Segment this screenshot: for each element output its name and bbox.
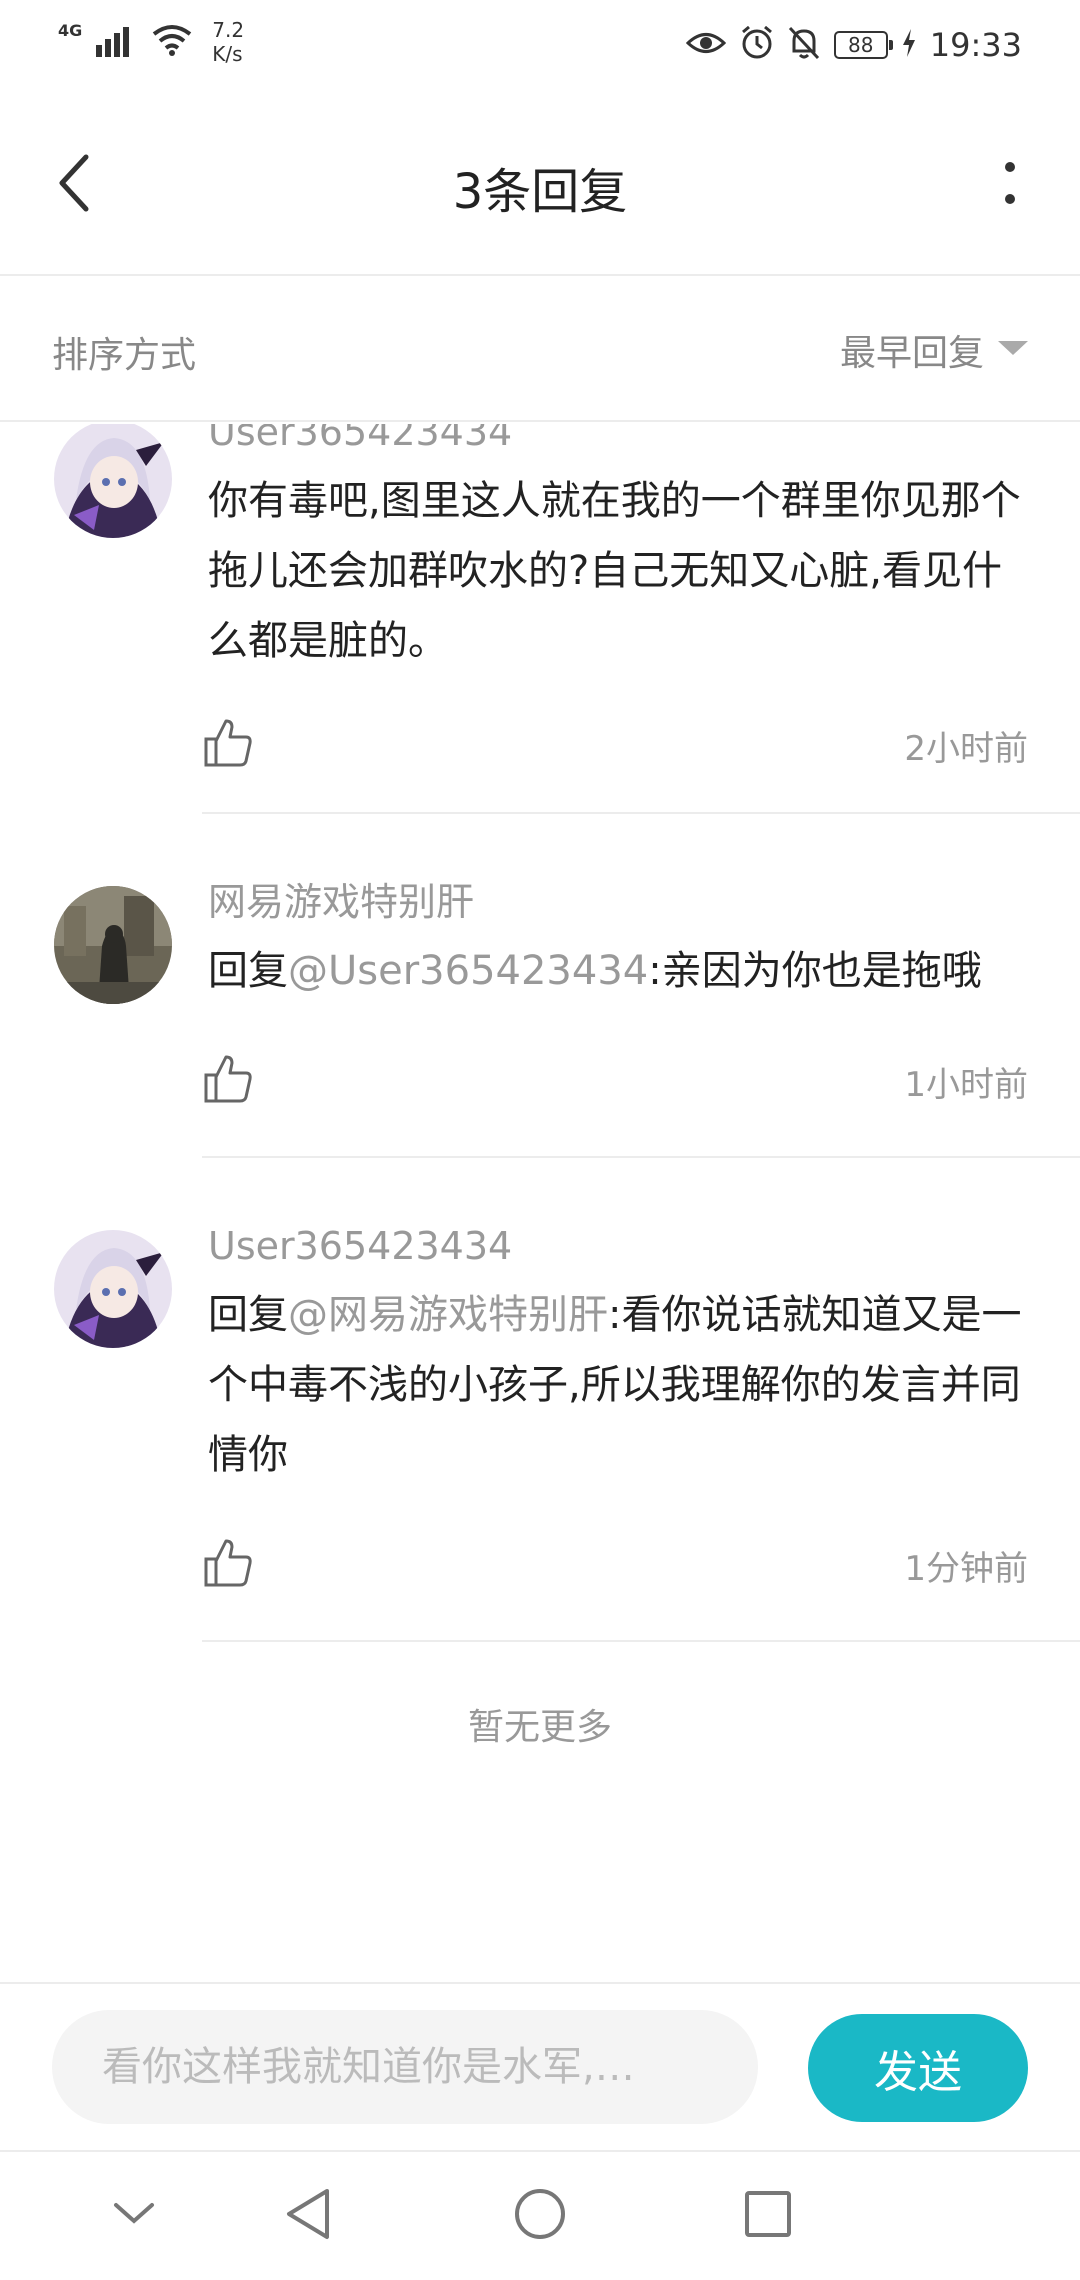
comment-timestamp: 2小时前: [904, 728, 1028, 769]
mute-notification-icon: [788, 26, 820, 64]
sort-label: 排序方式: [52, 335, 197, 376]
battery-indicator: 88: [833, 31, 893, 59]
comment-body: User365423434 回复@网易游戏特别肝:看你说话就知道又是一个中毒不浅…: [208, 1218, 1028, 1490]
no-more-text: 暂无更多: [467, 1707, 612, 1748]
comment-footer: 1小时前: [200, 1046, 1028, 1116]
circle-home-icon: [513, 2187, 567, 2245]
alarm-icon: [740, 25, 774, 64]
comment-username[interactable]: 网易游戏特别肝: [208, 874, 1028, 930]
avatar[interactable]: [54, 886, 172, 1004]
list-item: User365423434 你有毒吧,图里这人就在我的一个群里你见那个拖儿还会加…: [0, 424, 1080, 814]
charging-icon: [902, 29, 916, 61]
reply-input[interactable]: 看你这样我就知道你是水军,…: [52, 2010, 758, 2124]
caret-down-icon: [998, 339, 1028, 361]
nav-back-button[interactable]: [272, 2180, 344, 2252]
mention-link[interactable]: @User365423434: [288, 948, 648, 994]
network-speed: 7.2 K/s: [212, 18, 244, 66]
comment-footer: 1分钟前: [200, 1530, 1028, 1600]
mention-link[interactable]: @网易游戏特别肝: [288, 1292, 608, 1338]
more-vertical-icon: [1004, 161, 1016, 209]
divider: [202, 1640, 1080, 1642]
top-app-bar: 3条回复: [0, 100, 1080, 276]
comment-body: User365423434 你有毒吧,图里这人就在我的一个群里你见那个拖儿还会加…: [208, 424, 1028, 676]
comment-text: 回复@User365423434:亲因为你也是拖哦: [208, 936, 1028, 1006]
status-left: 4G 7.2 K/s: [58, 18, 244, 66]
eye-comfort-icon: [685, 28, 726, 62]
like-button[interactable]: [200, 1053, 256, 1109]
signal-icon: [96, 23, 138, 61]
comment-timestamp: 1小时前: [904, 1064, 1028, 1105]
system-nav-bar: [0, 2152, 1080, 2280]
status-bar: 4G 7.2 K/s 88 19:33: [0, 0, 1080, 100]
reply-prefix: 回复: [208, 948, 288, 994]
reply-page: 4G 7.2 K/s 88 19:33 3条回复 排序方式 最早回复 User3…: [0, 0, 1080, 2280]
status-right: 88 19:33: [685, 25, 1022, 64]
network-type: 4G: [58, 20, 83, 40]
reply-list[interactable]: User365423434 你有毒吧,图里这人就在我的一个群里你见那个拖儿还会加…: [0, 424, 1080, 1982]
page-title: 3条回复: [452, 164, 628, 220]
hide-nav-button[interactable]: [98, 2180, 170, 2252]
clock: 19:33: [929, 26, 1022, 64]
sort-bar: 排序方式 最早回复: [0, 278, 1080, 422]
send-button[interactable]: 发送: [808, 2014, 1028, 2122]
sort-dropdown[interactable]: 最早回复: [840, 320, 1028, 380]
like-button[interactable]: [200, 717, 256, 773]
nav-home-button[interactable]: [504, 2180, 576, 2252]
comment-username[interactable]: User365423434: [208, 424, 1028, 460]
list-item: User365423434 回复@网易游戏特别肝:看你说话就知道又是一个中毒不浅…: [0, 1158, 1080, 1642]
thumbs-up-icon: [202, 1053, 254, 1109]
reply-prefix: 回复: [208, 1292, 288, 1338]
like-button[interactable]: [200, 1537, 256, 1593]
comment-footer: 2小时前: [200, 710, 1028, 780]
comment-timestamp: 1分钟前: [904, 1548, 1028, 1589]
reply-composer: 看你这样我就知道你是水军,… 发送: [0, 1982, 1080, 2152]
comment-body: 网易游戏特别肝 回复@User365423434:亲因为你也是拖哦: [208, 874, 1028, 1006]
speed-value: 7.2: [212, 18, 245, 42]
comment-text: 你有毒吧,图里这人就在我的一个群里你见那个拖儿还会加群吹水的?自己无知又心脏,看…: [208, 478, 1021, 664]
square-recents-icon: [743, 2189, 793, 2243]
comment-username[interactable]: User365423434: [208, 1218, 1028, 1274]
wifi-icon: [152, 24, 192, 60]
reply-content: :亲因为你也是拖哦: [648, 948, 982, 994]
thumbs-up-icon: [202, 1537, 254, 1593]
triangle-back-icon: [283, 2187, 333, 2245]
avatar[interactable]: [54, 1230, 172, 1348]
nav-recents-button[interactable]: [732, 2180, 804, 2252]
chevron-down-icon: [112, 2201, 156, 2231]
comment-text: 回复@网易游戏特别肝:看你说话就知道又是一个中毒不浅的小孩子,所以我理解你的发言…: [208, 1280, 1028, 1490]
speed-unit: K/s: [212, 42, 243, 66]
avatar[interactable]: [54, 424, 172, 538]
list-item: 网易游戏特别肝 回复@User365423434:亲因为你也是拖哦 1小时前: [0, 814, 1080, 1158]
sort-selected-value: 最早回复: [839, 333, 984, 374]
more-options-button[interactable]: [980, 150, 1040, 220]
thumbs-up-icon: [202, 717, 254, 773]
